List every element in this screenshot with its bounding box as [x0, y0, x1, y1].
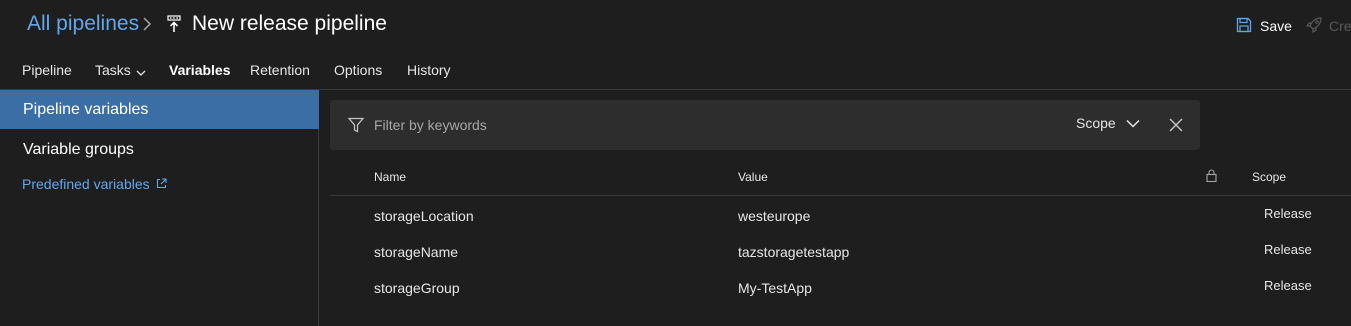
- tab-retention[interactable]: Retention: [250, 62, 310, 90]
- create-release-button[interactable]: Cre: [1305, 16, 1351, 36]
- variable-value[interactable]: westeurope: [738, 208, 810, 224]
- variable-scope[interactable]: Release: [1264, 206, 1312, 221]
- sidebar-item-variable-groups[interactable]: Variable groups: [0, 130, 319, 169]
- tab-tasks-label: Tasks: [95, 62, 131, 78]
- column-header-value[interactable]: Value: [738, 170, 768, 184]
- create-label: Cre: [1329, 18, 1351, 34]
- column-header-name[interactable]: Name: [374, 170, 406, 184]
- filter-bar: Scope: [330, 100, 1200, 150]
- chevron-down-icon: [1126, 115, 1140, 131]
- table-row[interactable]: storageGroup My-TestApp Release: [330, 270, 1351, 306]
- table-row[interactable]: storageName tazstoragetestapp Release: [330, 234, 1351, 270]
- variable-scope[interactable]: Release: [1264, 278, 1312, 293]
- variables-table-header: Name Value Scope: [330, 160, 1351, 196]
- tab-tasks[interactable]: Tasks: [95, 62, 146, 90]
- scope-dropdown[interactable]: Scope: [1076, 115, 1140, 131]
- chevron-down-icon: [136, 63, 146, 79]
- save-button[interactable]: Save: [1236, 16, 1292, 36]
- column-header-scope[interactable]: Scope: [1252, 170, 1286, 184]
- external-link-icon: [156, 176, 167, 192]
- tab-pipeline[interactable]: Pipeline: [22, 62, 72, 90]
- close-icon[interactable]: [1168, 117, 1184, 133]
- tab-bar: Pipeline Tasks Variables Retention Optio…: [0, 52, 1351, 92]
- variable-name[interactable]: storageName: [374, 244, 458, 260]
- page-title[interactable]: New release pipeline: [192, 12, 387, 36]
- chevron-right-icon: [140, 14, 154, 34]
- tab-options[interactable]: Options: [334, 62, 382, 90]
- predefined-variables-label: Predefined variables: [22, 176, 150, 192]
- variables-sidebar: Pipeline variables Variable groups Prede…: [0, 90, 319, 326]
- release-pipeline-icon: [166, 15, 182, 33]
- table-row[interactable]: storageLocation westeurope Release: [330, 198, 1351, 234]
- breadcrumb-all-pipelines[interactable]: All pipelines: [27, 12, 139, 36]
- save-icon: [1236, 17, 1252, 36]
- filter-keywords-input[interactable]: [372, 114, 972, 136]
- save-label: Save: [1260, 18, 1292, 34]
- filter-icon: [347, 117, 365, 133]
- tab-variables[interactable]: Variables: [169, 62, 231, 92]
- variable-name[interactable]: storageGroup: [374, 280, 460, 296]
- predefined-variables-link[interactable]: Predefined variables: [22, 176, 167, 192]
- sidebar-item-pipeline-variables[interactable]: Pipeline variables: [0, 90, 319, 129]
- rocket-icon: [1305, 16, 1323, 37]
- tab-history[interactable]: History: [407, 62, 451, 90]
- lock-icon: [1206, 169, 1217, 185]
- variable-scope[interactable]: Release: [1264, 242, 1312, 257]
- variable-value[interactable]: tazstoragetestapp: [738, 244, 849, 260]
- page-header: All pipelines New release pipeline Save: [0, 0, 1351, 52]
- variable-name[interactable]: storageLocation: [374, 208, 474, 224]
- scope-dropdown-label: Scope: [1076, 115, 1116, 131]
- variable-value[interactable]: My-TestApp: [738, 280, 812, 296]
